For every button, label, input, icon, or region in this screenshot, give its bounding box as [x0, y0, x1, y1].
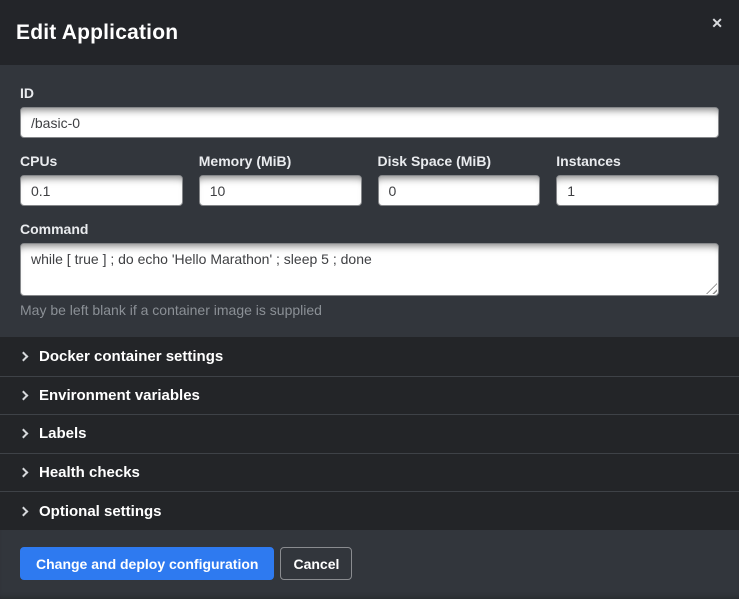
- cpus-label: CPUs: [20, 153, 183, 169]
- id-field-label: ID: [20, 85, 719, 101]
- command-help-text: May be left blank if a container image i…: [20, 302, 719, 318]
- chevron-right-icon: [19, 351, 29, 361]
- cpus-input[interactable]: [20, 175, 183, 206]
- chevron-right-icon: [19, 506, 29, 516]
- command-textarea[interactable]: while [ true ] ; do echo 'Hello Marathon…: [20, 243, 719, 296]
- section-label: Environment variables: [39, 387, 200, 404]
- modal-title: Edit Application: [16, 21, 178, 45]
- disk-space-label: Disk Space (MiB): [378, 153, 541, 169]
- section-label: Docker container settings: [39, 348, 223, 365]
- instances-input[interactable]: [556, 175, 719, 206]
- memory-field: Memory (MiB): [199, 153, 362, 206]
- command-label: Command: [20, 221, 719, 237]
- edit-application-form: ID CPUs Memory (MiB) Disk Space (MiB) In…: [0, 65, 739, 337]
- cancel-button[interactable]: Cancel: [280, 547, 352, 580]
- chevron-right-icon: [19, 468, 29, 478]
- change-and-deploy-button[interactable]: Change and deploy configuration: [20, 547, 274, 580]
- modal-header: Edit Application ✕: [0, 0, 739, 65]
- edit-application-modal: Edit Application ✕ ID CPUs Memory (MiB) …: [0, 0, 739, 599]
- section-optional-settings[interactable]: Optional settings: [0, 491, 739, 530]
- disk-space-input[interactable]: [378, 175, 541, 206]
- cpus-field: CPUs: [20, 153, 183, 206]
- command-textarea-wrap: while [ true ] ; do echo 'Hello Marathon…: [20, 243, 719, 296]
- chevron-right-icon: [19, 390, 29, 400]
- section-health-checks[interactable]: Health checks: [0, 453, 739, 492]
- memory-label: Memory (MiB): [199, 153, 362, 169]
- id-input[interactable]: [20, 107, 719, 138]
- chevron-right-icon: [19, 429, 29, 439]
- instances-field: Instances: [556, 153, 719, 206]
- section-docker-container-settings[interactable]: Docker container settings: [0, 337, 739, 376]
- modal-footer: Change and deploy configuration Cancel: [0, 530, 739, 599]
- resources-row: CPUs Memory (MiB) Disk Space (MiB) Insta…: [20, 153, 719, 206]
- accordion-sections: Docker container settings Environment va…: [0, 337, 739, 530]
- section-label: Optional settings: [39, 503, 162, 520]
- section-label: Labels: [39, 425, 87, 442]
- instances-label: Instances: [556, 153, 719, 169]
- section-environment-variables[interactable]: Environment variables: [0, 376, 739, 415]
- section-label: Health checks: [39, 464, 140, 481]
- memory-input[interactable]: [199, 175, 362, 206]
- disk-space-field: Disk Space (MiB): [378, 153, 541, 206]
- command-field: Command while [ true ] ; do echo 'Hello …: [20, 221, 719, 318]
- section-labels[interactable]: Labels: [0, 414, 739, 453]
- close-icon[interactable]: ✕: [711, 16, 723, 30]
